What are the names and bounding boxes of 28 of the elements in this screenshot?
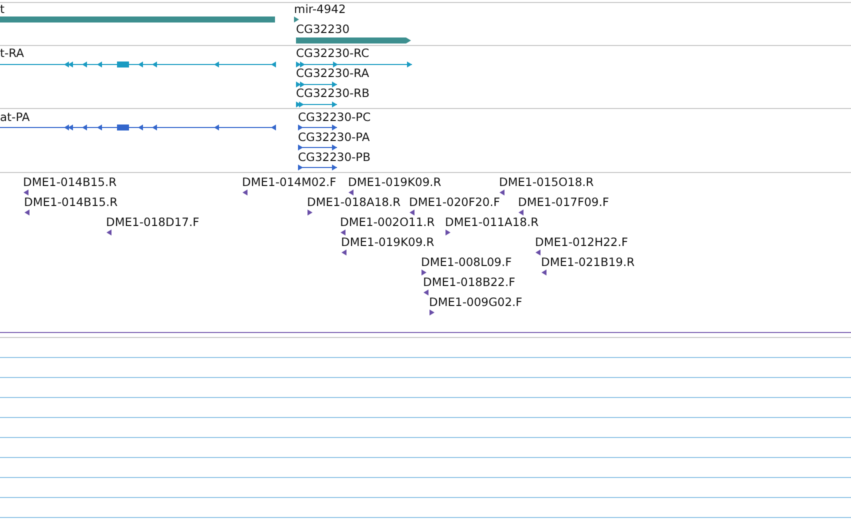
feature-label: DME1-011A18.R	[445, 216, 539, 229]
feature-label: DME1-014B15.R	[24, 196, 118, 209]
feature-label: CG32230-PB	[298, 151, 370, 164]
feature-label: DME1-015O18.R	[499, 176, 594, 189]
feature-label: DME1-014M02.F	[242, 176, 336, 189]
feature-label: t-RA	[0, 47, 24, 60]
feature-label: DME1-002O11.R	[340, 216, 435, 229]
feature-label: CG32230-RC	[296, 47, 370, 60]
feature-label: at-PA	[0, 111, 30, 124]
feature-label: CG32230-RB	[296, 87, 370, 100]
feature-label: DME1-018B22.F	[423, 276, 516, 289]
feature-label: t	[0, 3, 5, 16]
feature-label: DME1-018D17.F	[106, 216, 200, 229]
feature-label: CG32230-PA	[298, 131, 370, 144]
feature-label: DME1-019K09.R	[348, 176, 442, 189]
feature-label: DME1-009G02.F	[429, 296, 522, 309]
feature-label: CG32230	[296, 23, 350, 36]
feature-label: DME1-020F20.F	[409, 196, 500, 209]
feature-label: DME1-017F09.F	[518, 196, 609, 209]
feature-label: DME1-008L09.F	[421, 256, 512, 269]
feature-label: DME1-018A18.R	[307, 196, 401, 209]
feature-label: DME1-012H22.F	[535, 236, 628, 249]
feature-label: DME1-019K09.R	[341, 236, 434, 249]
feature-label: CG32230-RA	[296, 67, 370, 80]
feature-label: DME1-021B19.R	[541, 256, 635, 269]
feature-label: DME1-014B15.R	[23, 176, 117, 189]
feature-label: CG32230-PC	[298, 111, 371, 124]
feature-label: mir-4942	[294, 3, 346, 16]
